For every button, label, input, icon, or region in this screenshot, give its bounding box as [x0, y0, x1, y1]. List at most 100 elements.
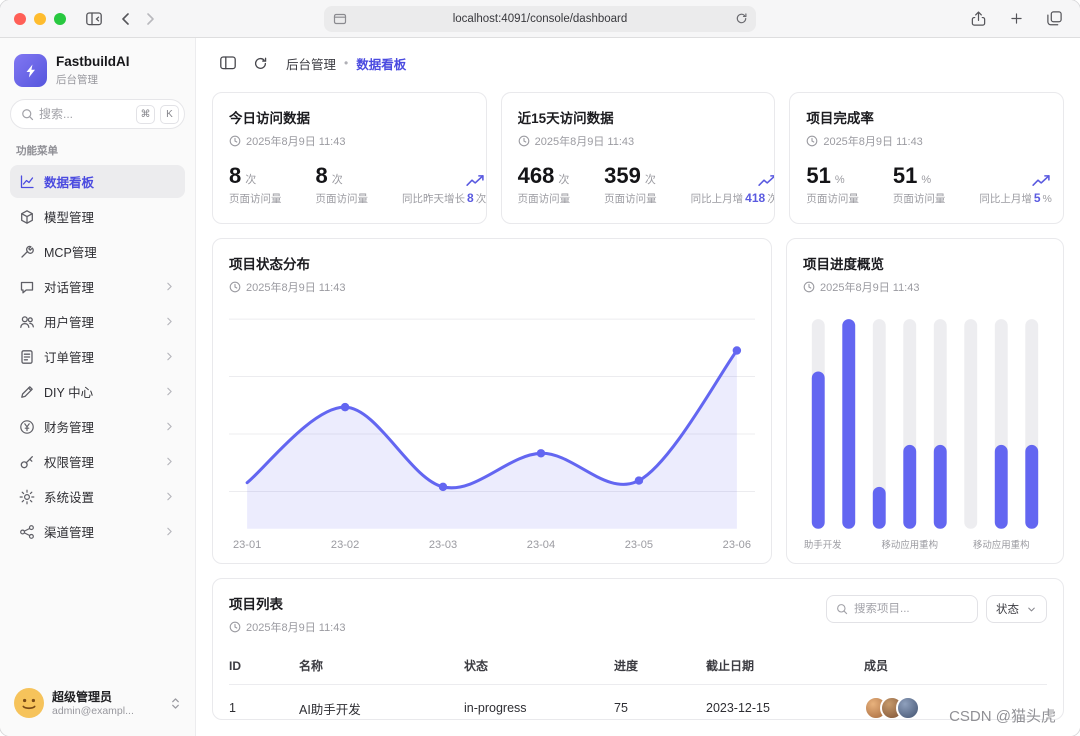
member-avatars — [864, 696, 1041, 720]
card-title: 项目列表 — [229, 593, 345, 613]
metric-unit: % — [921, 174, 931, 186]
sidebar-item-settings[interactable]: 系统设置 — [10, 480, 185, 513]
browser-toolbar: localhost:4091/console/dashboard — [0, 0, 1080, 38]
url-bar[interactable]: localhost:4091/console/dashboard — [324, 6, 756, 32]
sidebar-item-users[interactable]: 用户管理 — [10, 305, 185, 338]
refresh-icon[interactable] — [246, 49, 274, 77]
sidebar-item-label: 数据看板 — [44, 172, 94, 191]
sidebar-search[interactable]: ⌘ K — [10, 99, 185, 129]
trend: 同比昨天增长8次 — [402, 174, 486, 206]
sidebar-item-label: 用户管理 — [44, 312, 94, 331]
trend-value: 418 — [745, 191, 765, 205]
breadcrumb-current[interactable]: 数据看板 — [356, 54, 406, 73]
sidebar-item-label: 对话管理 — [44, 277, 94, 296]
card-title: 项目状态分布 — [229, 253, 755, 273]
k-key-badge: K — [160, 105, 179, 124]
chevron-right-icon — [163, 350, 176, 363]
col-header-name: 名称 — [299, 647, 464, 685]
metric-value: 51 — [893, 165, 917, 187]
metric-unit: 次 — [332, 171, 343, 187]
card-timestamp: 2025年8月9日 11:43 — [246, 133, 345, 149]
card-timestamp: 2025年8月9日 11:43 — [246, 279, 345, 295]
metric-value: 51 — [806, 165, 830, 187]
metric-value: 8 — [229, 165, 241, 187]
status-filter-select[interactable]: 状态 — [986, 595, 1047, 623]
tab-overview-icon[interactable] — [1042, 7, 1066, 31]
zoom-button[interactable] — [54, 13, 66, 25]
metric-label: 页面访问量 — [893, 191, 946, 206]
app-logo[interactable]: FastbuildAI 后台管理 — [10, 48, 185, 99]
back-button[interactable] — [114, 7, 138, 31]
sidebar-item-mcp[interactable]: MCP管理 — [10, 235, 185, 268]
card-title: 项目进度概览 — [803, 253, 1047, 273]
browser-window: localhost:4091/console/dashboard — [0, 0, 1080, 736]
trend-up-icon — [464, 174, 486, 187]
sidebar-item-orders[interactable]: 订单管理 — [10, 340, 185, 373]
sidebar-item-channels[interactable]: 渠道管理 — [10, 515, 185, 548]
chart-cards-row: 项目状态分布 2025年8月9日 11:43 23-0123-0223-0323… — [212, 238, 1064, 564]
project-search[interactable] — [826, 595, 978, 623]
bar-chart-svg: AI助手开发 移动应用重构 移动应用重构 — [803, 309, 1047, 553]
col-header-id: ID — [229, 647, 299, 685]
pencil-icon — [19, 384, 35, 400]
clock-icon — [229, 621, 241, 633]
reload-icon[interactable] — [735, 12, 748, 25]
page-settings-icon[interactable] — [333, 12, 347, 26]
col-header-progress: 进度 — [614, 647, 706, 685]
trend-value: 8 — [467, 191, 474, 205]
sidebar-item-finance[interactable]: 财务管理 — [10, 410, 185, 443]
metric-label: 页面访问量 — [518, 191, 571, 206]
trend-unit: 次 — [767, 193, 775, 205]
sidebar-item-models[interactable]: 模型管理 — [10, 200, 185, 233]
project-search-input[interactable] — [854, 603, 968, 615]
chat-icon — [19, 279, 35, 295]
metric: 51% 页面访问量 — [893, 165, 946, 206]
sidebar-menu: 数据看板 模型管理 MCP管理 对话管理 用户管理 — [10, 165, 185, 548]
svg-text:移动应用重构: 移动应用重构 — [881, 539, 938, 551]
main-header: 后台管理 • 数据看板 — [196, 38, 1080, 88]
metric-label: 页面访问量 — [806, 191, 859, 206]
share-icon[interactable] — [966, 7, 990, 31]
sidebar-item-diy[interactable]: DIY 中心 — [10, 375, 185, 408]
sidebar-item-conversations[interactable]: 对话管理 — [10, 270, 185, 303]
metric-label: 页面访问量 — [316, 191, 369, 206]
chevron-right-icon — [163, 280, 176, 293]
project-table: ID 名称 状态 进度 截止日期 成员 1 AI助手开发 — [229, 647, 1047, 720]
gear-icon — [19, 489, 35, 505]
clock-icon — [229, 135, 241, 147]
table-row: 1 AI助手开发 in-progress 75 2023-12-15 — [229, 685, 1047, 721]
stat-card-today-visits: 今日访问数据 2025年8月9日 11:43 8次 页面访问量 8次 — [212, 92, 487, 224]
search-input[interactable] — [39, 107, 131, 121]
cell-members — [864, 685, 1047, 721]
svg-text:23-02: 23-02 — [331, 539, 359, 551]
trend-unit: % — [1043, 193, 1052, 205]
minimize-button[interactable] — [34, 13, 46, 25]
close-button[interactable] — [14, 13, 26, 25]
new-tab-icon[interactable] — [1004, 7, 1028, 31]
sidebar-item-label: 系统设置 — [44, 487, 94, 506]
card-timestamp: 2025年8月9日 11:43 — [820, 279, 919, 295]
card-timestamp: 2025年8月9日 11:43 — [535, 133, 634, 149]
sidebar-item-label: DIY 中心 — [44, 382, 93, 401]
metric-unit: 次 — [245, 171, 256, 187]
clock-icon — [518, 135, 530, 147]
chevron-up-down-icon — [170, 696, 181, 711]
member-avatar — [896, 696, 920, 720]
stat-card-15day-visits: 近15天访问数据 2025年8月9日 11:43 468次 页面访问量 359 — [501, 92, 776, 224]
sidebar-item-permissions[interactable]: 权限管理 — [10, 445, 185, 478]
metric: 51% 页面访问量 — [806, 165, 859, 206]
svg-text:23-06: 23-06 — [723, 539, 751, 551]
user-menu[interactable]: 超级管理员 admin@exampl... — [10, 682, 185, 724]
breadcrumb-root[interactable]: 后台管理 — [286, 54, 336, 73]
sidebar-item-dashboard[interactable]: 数据看板 — [10, 165, 185, 198]
svg-text:AI助手开发: AI助手开发 — [803, 539, 842, 551]
sidebar-item-label: 权限管理 — [44, 452, 94, 471]
forward-button[interactable] — [138, 7, 162, 31]
browser-sidebar-toggle-icon[interactable] — [82, 7, 106, 31]
search-icon — [21, 108, 34, 121]
panel-collapse-icon[interactable] — [214, 49, 242, 77]
svg-text:移动应用重构: 移动应用重构 — [973, 539, 1030, 551]
search-icon — [836, 603, 848, 615]
svg-text:23-05: 23-05 — [625, 539, 653, 551]
col-header-deadline: 截止日期 — [706, 647, 864, 685]
